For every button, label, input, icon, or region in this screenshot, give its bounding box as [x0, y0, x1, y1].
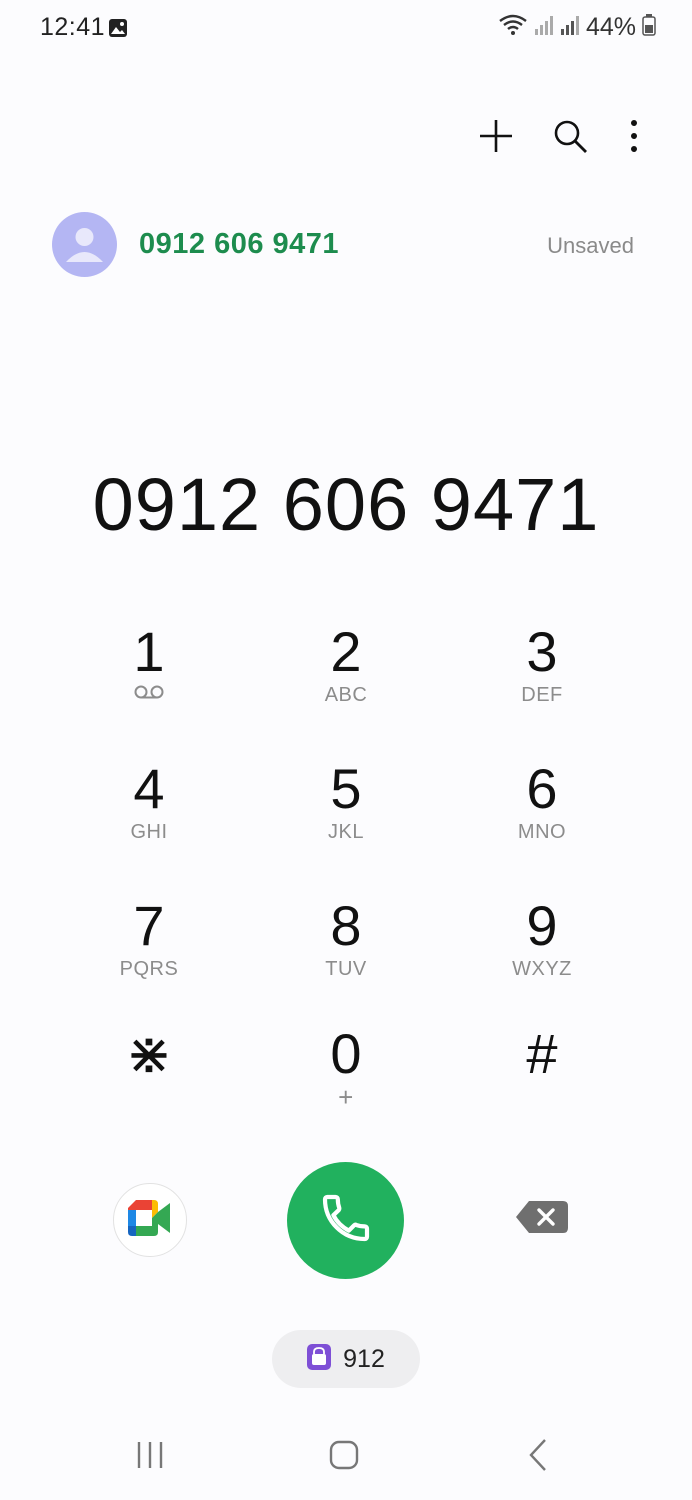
backspace-button[interactable] — [512, 1196, 572, 1242]
key-digit: 7 — [133, 894, 165, 957]
key-letters: ABC — [324, 684, 368, 706]
call-button[interactable] — [287, 1162, 404, 1279]
signal-icon — [560, 14, 580, 41]
key-9[interactable]: 9 WXYZ — [452, 892, 632, 1002]
battery-icon — [642, 14, 656, 41]
key-6[interactable]: 6 MNO — [452, 755, 632, 865]
key-digit: 2 — [330, 620, 362, 683]
key-digit: ⋇ — [125, 1022, 173, 1085]
key-digit: 1 — [133, 620, 165, 683]
key-2[interactable]: 2 ABC — [256, 618, 436, 728]
suggestion-chip[interactable]: 912 — [272, 1330, 420, 1388]
key-digit: 8 — [330, 894, 362, 957]
plus-icon — [477, 117, 515, 160]
key-letters: JKL — [328, 821, 364, 843]
key-letters: + — [338, 1082, 354, 1112]
signal-icon — [534, 14, 554, 41]
key-7[interactable]: 7 PQRS — [59, 892, 239, 1002]
back-icon — [527, 1438, 549, 1477]
key-letters: WXYZ — [512, 958, 572, 980]
phone-icon — [318, 1190, 374, 1251]
google-meet-icon — [126, 1198, 174, 1243]
key-digit: # — [526, 1022, 558, 1085]
recents-button[interactable] — [120, 1434, 180, 1480]
backspace-icon — [515, 1200, 569, 1239]
key-letters: DEF — [521, 684, 563, 706]
voicemail-icon — [133, 684, 165, 705]
more-vert-icon — [629, 119, 639, 158]
key-4[interactable]: 4 GHI — [59, 755, 239, 865]
suggestion-chip-label: 912 — [343, 1344, 385, 1373]
video-call-button[interactable] — [113, 1183, 187, 1257]
image-icon — [108, 18, 128, 38]
search-button[interactable] — [548, 116, 592, 160]
key-digit: 6 — [526, 757, 558, 820]
status-icons: 44% — [498, 13, 656, 42]
key-letters: MNO — [517, 821, 567, 843]
key-letters: TUV — [325, 958, 367, 980]
key-digit: 3 — [526, 620, 558, 683]
wifi-icon — [498, 13, 528, 42]
key-letters: PQRS — [119, 958, 179, 980]
dialed-number[interactable]: 0912 606 9471 — [0, 462, 692, 547]
more-options-button[interactable] — [612, 116, 656, 160]
contact-status-label: Unsaved — [547, 233, 634, 258]
key-letters: GHI — [130, 821, 168, 843]
key-digit: 9 — [526, 894, 558, 957]
key-8[interactable]: 8 TUV — [256, 892, 436, 1002]
key-3[interactable]: 3 DEF — [452, 618, 632, 728]
home-icon — [328, 1439, 360, 1476]
home-button[interactable] — [314, 1434, 374, 1480]
recents-icon — [135, 1440, 165, 1475]
key-5[interactable]: 5 JKL — [256, 755, 436, 865]
back-button[interactable] — [508, 1434, 568, 1480]
avatar[interactable] — [52, 212, 117, 277]
suggested-contact-number[interactable]: 0912 606 9471 — [139, 228, 339, 261]
key-star[interactable]: ⋇ — [59, 1020, 239, 1130]
search-icon — [551, 117, 589, 160]
add-contact-button[interactable] — [474, 116, 518, 160]
key-1[interactable]: 1 — [59, 618, 239, 728]
battery-percent: 44% — [585, 13, 636, 41]
key-hash[interactable]: # — [452, 1020, 632, 1130]
shopping-bag-icon — [307, 1343, 332, 1375]
status-time: 12:41 — [40, 13, 106, 41]
key-digit: 0 — [330, 1022, 362, 1085]
key-digit: 5 — [330, 757, 362, 820]
key-0[interactable]: 0 + — [256, 1020, 436, 1130]
key-digit: 4 — [133, 757, 165, 820]
